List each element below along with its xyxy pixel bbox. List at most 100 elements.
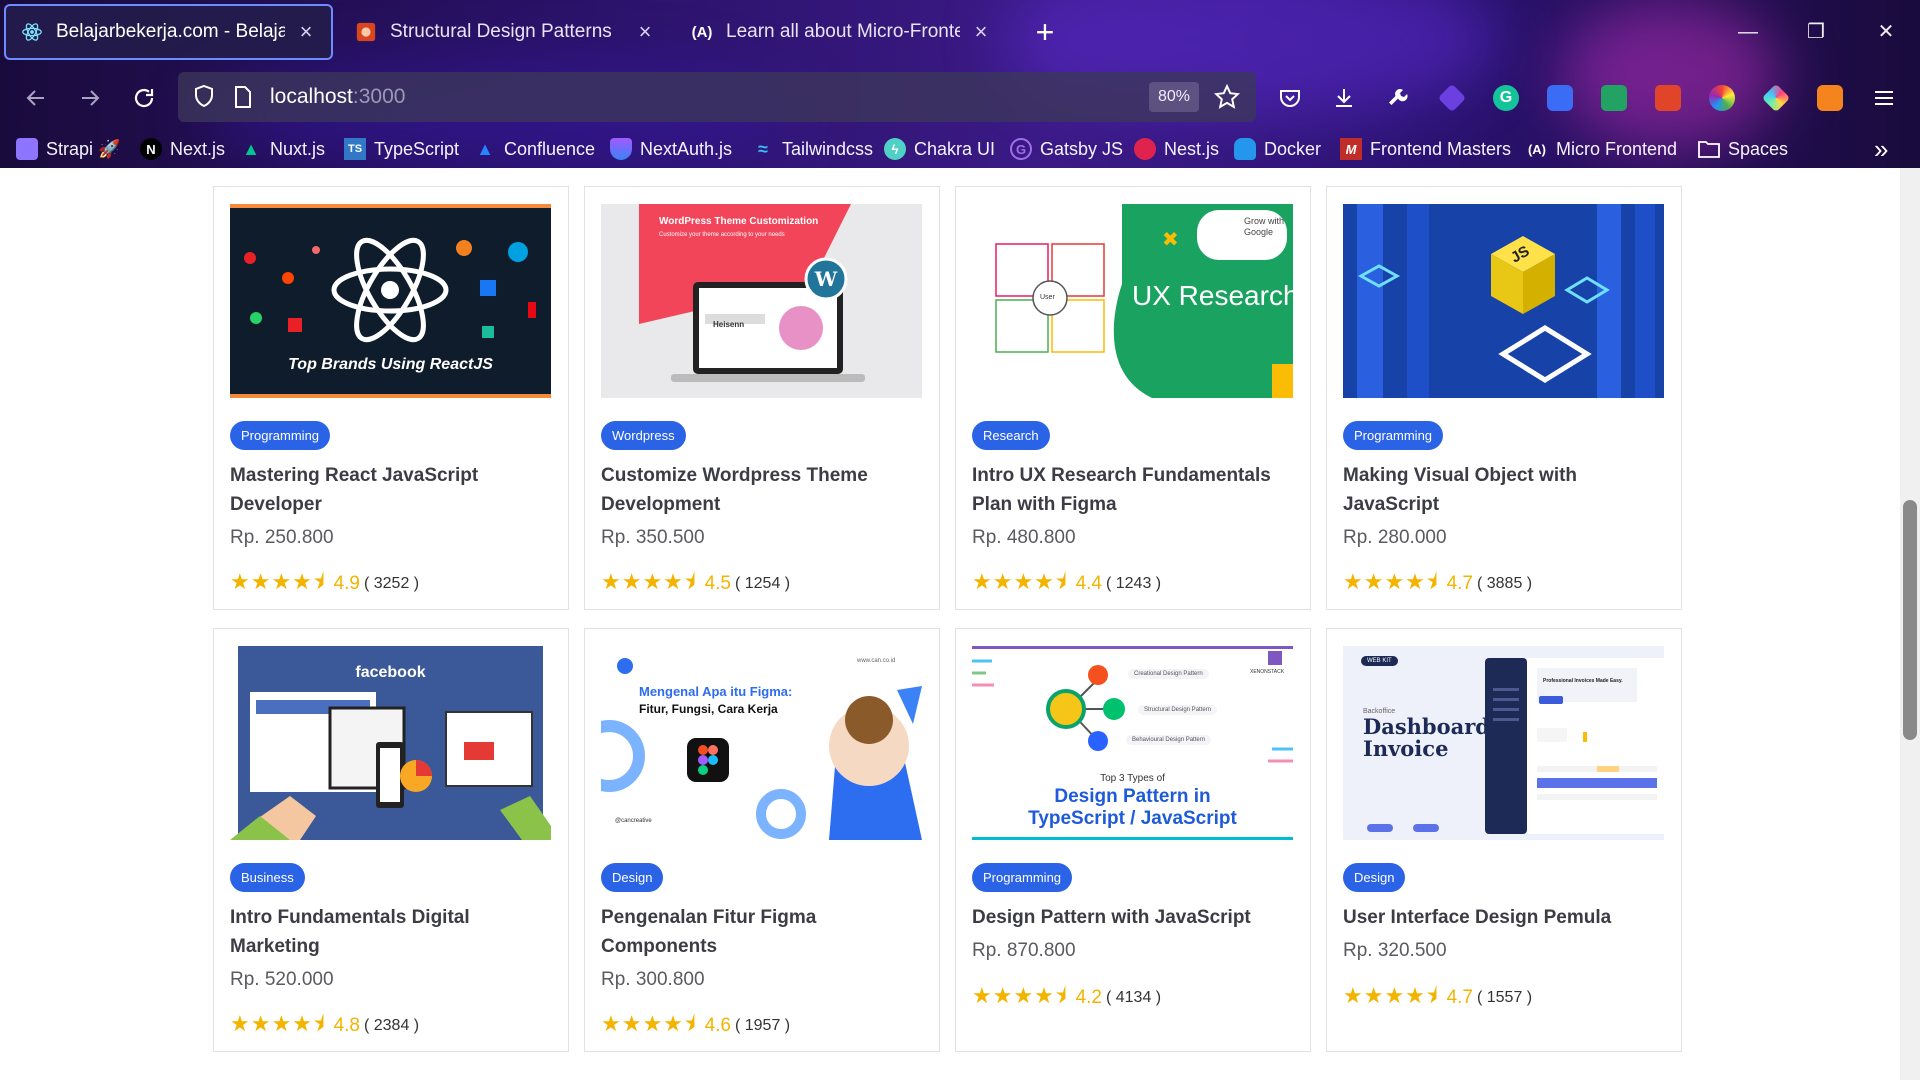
- restore-icon[interactable]: ❐: [1796, 14, 1836, 50]
- course-title[interactable]: Design Pattern with JavaScript: [972, 903, 1302, 932]
- course-thumbnail: WEB KIT Backoffice Dashboard Invoice Pro…: [1343, 646, 1664, 840]
- forward-button[interactable]: [70, 78, 110, 118]
- category-badge[interactable]: Wordpress: [601, 421, 686, 450]
- category-badge[interactable]: Programming: [230, 421, 331, 450]
- bookmark-nextauth[interactable]: NextAuth.js: [610, 134, 732, 164]
- course-card[interactable]: ✖ User UX Research Grow with Google Rese…: [955, 186, 1311, 610]
- course-rating: ★★★★⯨ 4.7 ( 1557 ): [1343, 979, 1532, 1017]
- bookmark-confluence[interactable]: ▲ Confluence: [474, 134, 595, 164]
- wrench-icon[interactable]: [1378, 78, 1418, 118]
- bookmark-nestjs[interactable]: Nest.js: [1134, 134, 1219, 164]
- rating-value: 4.2: [1075, 987, 1102, 1008]
- course-title[interactable]: User Interface Design Pemula: [1343, 903, 1673, 932]
- course-card[interactable]: Top Brands Using ReactJS Programming Mas…: [213, 186, 569, 610]
- download-icon[interactable]: [1324, 78, 1364, 118]
- blue-extension-icon[interactable]: [1540, 78, 1580, 118]
- pocket-icon[interactable]: [1270, 78, 1310, 118]
- bookmark-label: Nest.js: [1164, 138, 1220, 159]
- bookmark-nextjs[interactable]: N Next.js: [140, 134, 225, 164]
- chakra-icon: ϟ: [884, 138, 906, 160]
- bookmark-label: Gatsby JS: [1040, 138, 1124, 159]
- more-bookmarks-icon[interactable]: »: [1874, 134, 1888, 165]
- course-title[interactable]: Pengenalan Fitur Figma Components: [601, 903, 931, 961]
- bookmark-gatsby[interactable]: G Gatsby JS: [1010, 134, 1123, 164]
- tab-belajarbekerja[interactable]: Belajarbekerja.com - Belajar dengan Ment…: [4, 4, 333, 60]
- grammarly-icon[interactable]: G: [1486, 78, 1526, 118]
- thumbnail-item: Structural Design Pattern: [1138, 705, 1218, 715]
- bookmark-frontend-masters[interactable]: M Frontend Masters: [1340, 134, 1511, 164]
- close-tab-icon[interactable]: ×: [295, 19, 317, 45]
- close-tab-icon[interactable]: ×: [634, 19, 656, 45]
- rating-count: ( 2384 ): [363, 1017, 420, 1034]
- url-text[interactable]: localhost:3000: [270, 85, 405, 109]
- multicolor-extension-icon[interactable]: [1756, 78, 1796, 118]
- tailwind-icon: ≈: [758, 138, 768, 159]
- bookmark-label: Micro Frontend: [1556, 138, 1678, 159]
- bookmark-label: Frontend Masters: [1370, 138, 1512, 159]
- category-badge[interactable]: Programming: [972, 863, 1073, 892]
- category-badge[interactable]: Design: [601, 863, 664, 892]
- rating-count: ( 1557 ): [1476, 989, 1533, 1006]
- shield-icon[interactable]: [192, 84, 216, 113]
- page-scrollbar-thumb[interactable]: [1903, 500, 1917, 740]
- zoom-indicator[interactable]: 80%: [1149, 82, 1199, 112]
- star-rating-icon: ★★★★⯨: [230, 1011, 326, 1036]
- bookmark-micro-frontend[interactable]: (A) Micro Frontend: [1526, 134, 1677, 164]
- bookmark-spaces[interactable]: Spaces: [1698, 134, 1788, 164]
- minimize-icon[interactable]: —: [1728, 14, 1768, 50]
- menu-icon[interactable]: [1864, 78, 1904, 118]
- new-tab-button[interactable]: +: [1030, 14, 1060, 50]
- thumbnail-item: Creational Design Pattern: [1128, 669, 1209, 679]
- bookmark-nuxtjs[interactable]: ▲ Nuxt.js: [240, 134, 325, 164]
- reload-button[interactable]: [124, 78, 164, 118]
- category-badge[interactable]: Business: [230, 863, 305, 892]
- course-title[interactable]: Making Visual Object with JavaScript: [1343, 461, 1673, 519]
- bookmark-label: NextAuth.js: [640, 138, 733, 159]
- course-title[interactable]: Intro Fundamentals Digital Marketing: [230, 903, 560, 961]
- course-price: Rp. 280.000: [1343, 527, 1447, 548]
- course-card[interactable]: Mengenal Apa itu Figma: Fitur, Fungsi, C…: [584, 628, 940, 1052]
- address-bar[interactable]: localhost:3000 80%: [178, 72, 1256, 122]
- close-tab-icon[interactable]: ×: [970, 19, 992, 45]
- purple-extension-icon[interactable]: [1432, 78, 1472, 118]
- thumbnail-brand: Heisenn: [713, 320, 745, 329]
- category-badge[interactable]: Programming: [1343, 421, 1444, 450]
- color-wheel-icon[interactable]: [1702, 78, 1742, 118]
- course-card[interactable]: facebook Business Intro Fundamentals Dig…: [213, 628, 569, 1052]
- course-rating: ★★★★⯨ 4.6 ( 1957 ): [601, 1007, 790, 1045]
- rating-value: 4.8: [333, 1015, 360, 1036]
- back-arrow-icon: [26, 90, 44, 106]
- thumbnail-tag: WEB KIT: [1361, 656, 1398, 666]
- green-extension-icon[interactable]: [1594, 78, 1634, 118]
- course-card[interactable]: WEB KIT Backoffice Dashboard Invoice Pro…: [1326, 628, 1682, 1052]
- tab-title: Belajarbekerja.com - Belajar dengan Ment…: [56, 21, 285, 42]
- course-card[interactable]: Creational Design Pattern Structural Des…: [955, 628, 1311, 1052]
- reload-icon: [134, 88, 154, 108]
- metamask-icon[interactable]: [1810, 78, 1850, 118]
- bookmark-strapi[interactable]: Strapi 🚀: [16, 134, 120, 164]
- page-icon[interactable]: [232, 85, 254, 114]
- course-card[interactable]: W WordPress Theme Customization Customiz…: [584, 186, 940, 610]
- bookmark-label: Docker: [1264, 138, 1322, 159]
- course-price: Rp. 250.800: [230, 527, 334, 548]
- bookmark-chakra-ui[interactable]: ϟ Chakra UI: [884, 134, 995, 164]
- category-badge[interactable]: Design: [1343, 863, 1406, 892]
- bookmark-tailwindcss[interactable]: ≈ Tailwindcss: [752, 134, 873, 164]
- tab-structural-design-patterns[interactable]: Structural Design Patterns ×: [340, 4, 670, 60]
- back-button[interactable]: [16, 78, 56, 118]
- browser-chrome: Belajarbekerja.com - Belajar dengan Ment…: [0, 0, 1920, 168]
- tab-micro-frontends[interactable]: (A) Learn all about Micro-Frontends ×: [676, 4, 1006, 60]
- bookmark-docker[interactable]: Docker: [1234, 134, 1321, 164]
- category-badge[interactable]: Research: [972, 421, 1050, 450]
- tab-title: Structural Design Patterns: [390, 21, 612, 42]
- navigation-bar: localhost:3000 80% G: [0, 66, 1920, 130]
- bookmark-typescript[interactable]: TS TypeScript: [344, 134, 459, 164]
- close-window-icon[interactable]: ✕: [1866, 14, 1906, 50]
- course-title[interactable]: Mastering React JavaScript Developer: [230, 461, 560, 519]
- red-extension-icon[interactable]: [1648, 78, 1688, 118]
- structural-favicon-icon: [354, 20, 378, 44]
- course-title[interactable]: Customize Wordpress Theme Development: [601, 461, 931, 519]
- course-card[interactable]: JS Programming Making Visual Object with…: [1326, 186, 1682, 610]
- course-title[interactable]: Intro UX Research Fundamentals Plan with…: [972, 461, 1302, 519]
- bookmark-star-icon[interactable]: [1213, 83, 1241, 115]
